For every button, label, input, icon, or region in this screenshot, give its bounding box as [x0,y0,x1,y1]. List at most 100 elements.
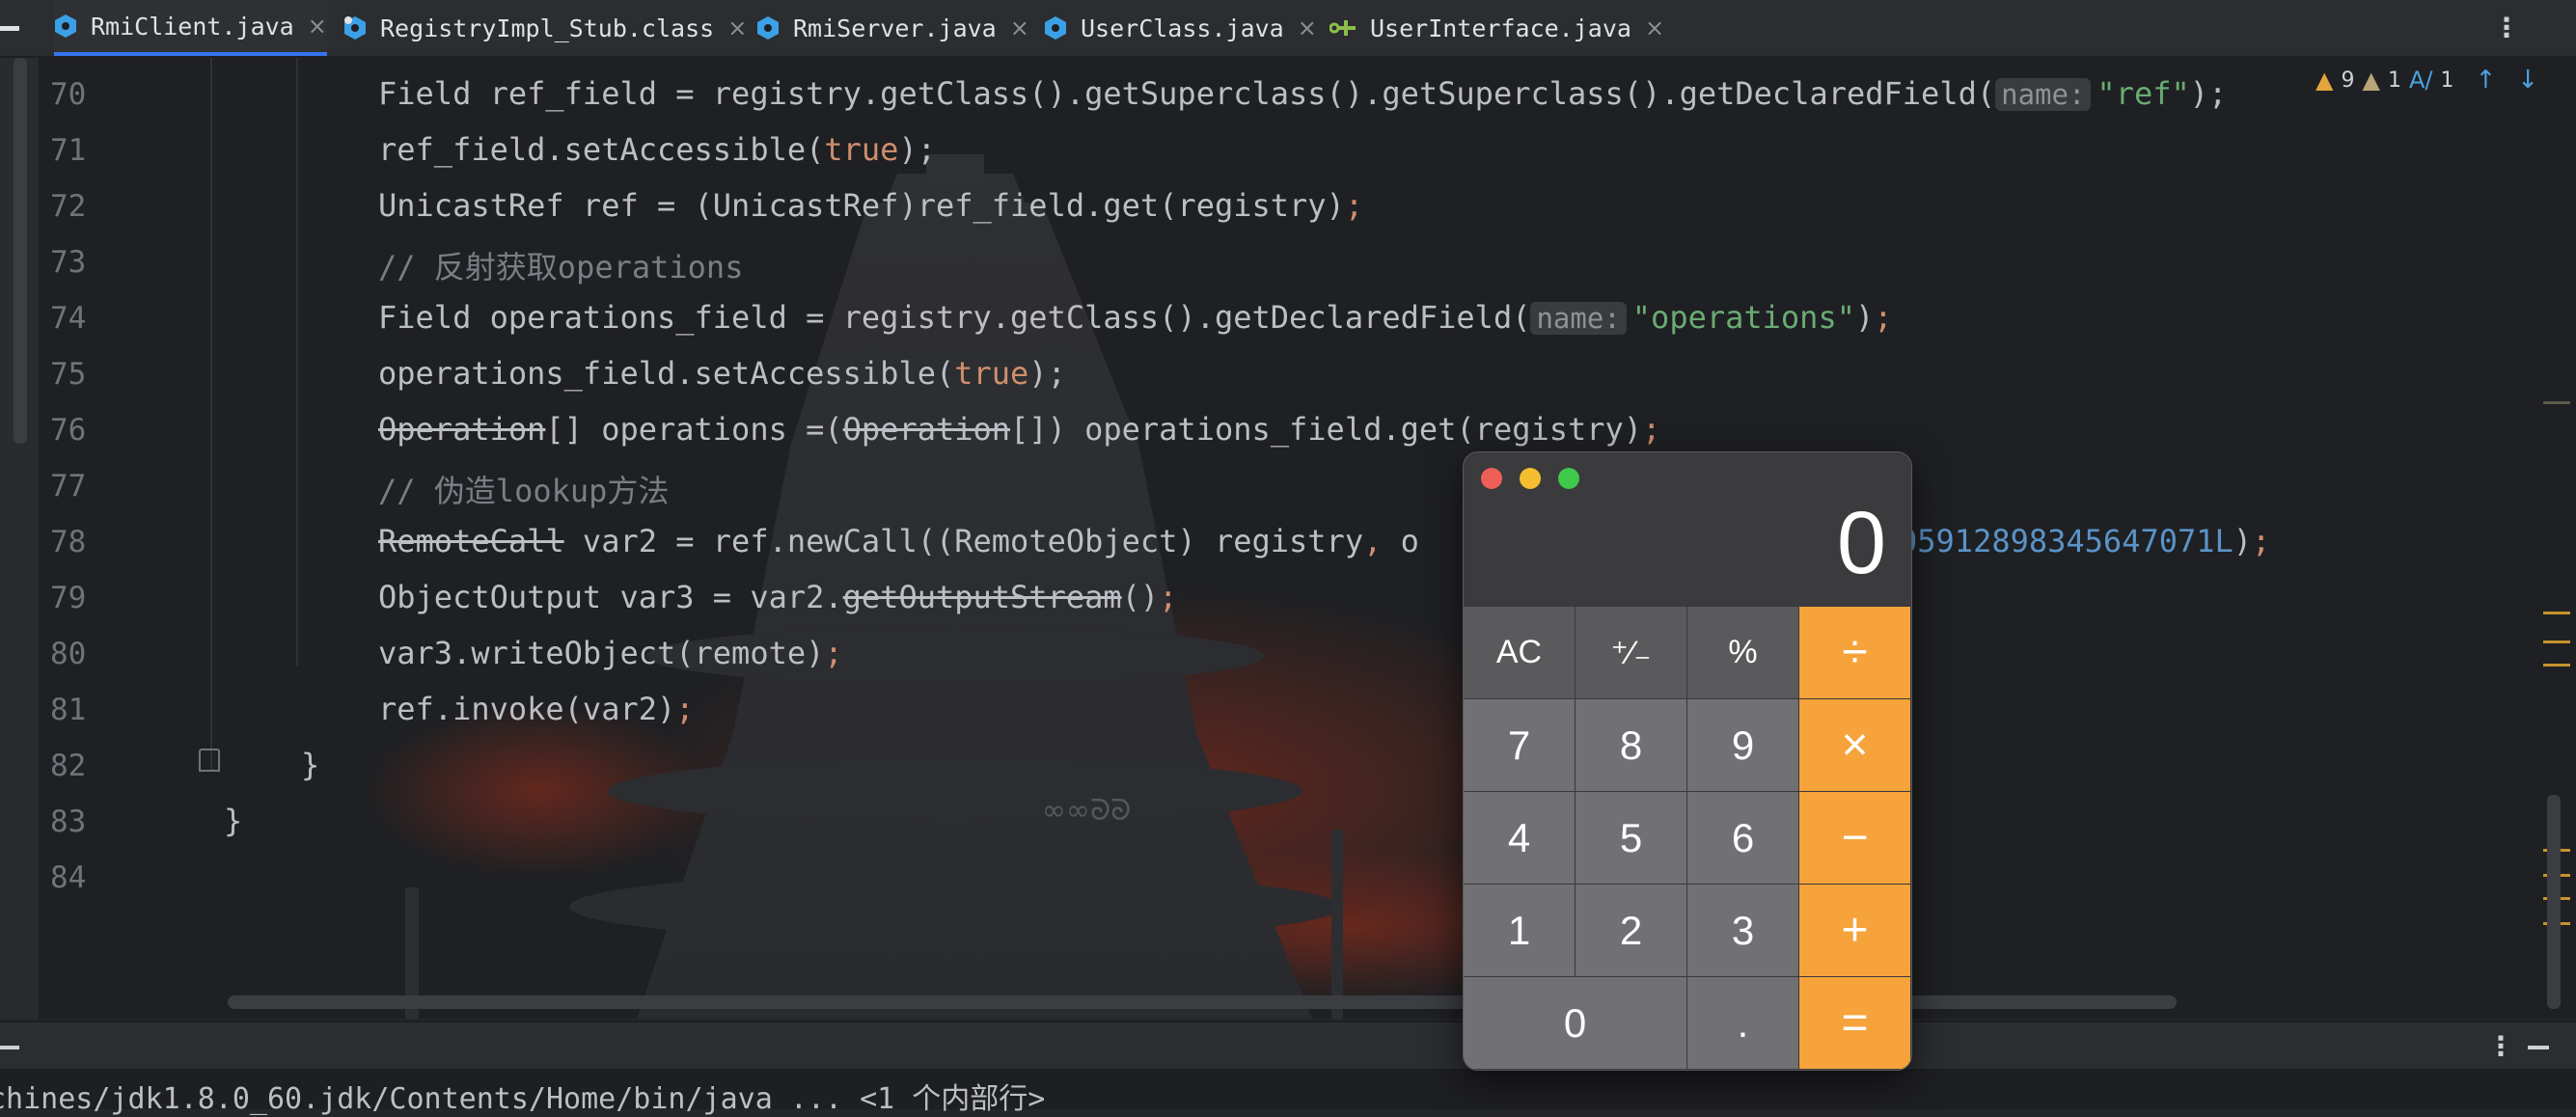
code-line[interactable]: RemoteCall var2 = ref.newCall((RemoteObj… [378,523,1419,559]
zoom-window-icon[interactable] [1558,468,1579,489]
digit-0-button[interactable]: 0 [1464,977,1687,1070]
decimal-button[interactable]: . [1687,977,1799,1070]
svg-text:∞∞ᘐᘐ: ∞∞ᘐᘐ [1042,794,1131,828]
tab-userclass[interactable]: UserClass.java × [1044,0,1317,56]
digit-6-button[interactable]: 6 [1687,792,1799,885]
code-text: ); [1028,355,1066,392]
digit-5-button[interactable]: 5 [1576,792,1687,885]
tab-label: UserInterface.java [1370,14,1631,42]
code-text: o [1382,523,1419,559]
closing-brace[interactable]: } [224,803,242,839]
subtract-button[interactable]: − [1799,792,1911,885]
minimize-window-icon[interactable] [1520,468,1541,489]
code-comment[interactable]: // 反射获取operations [378,243,743,287]
comma: , [1363,523,1383,559]
compiled-class-icon [344,16,366,40]
collapse-dash-icon[interactable] [0,1046,19,1049]
tab-registryimpl-stub[interactable]: RegistryImpl_Stub.class × [343,0,747,56]
deprecated-type: RemoteCall [378,523,564,559]
code-text: []) operations_field.get(registry) [1010,411,1643,448]
add-button[interactable]: + [1799,885,1911,977]
code-line[interactable]: UnicastRef ref = (UnicastRef)ref_field.g… [378,187,1363,224]
calculator-window[interactable]: 0 AC ⁺∕₋ % ÷ 7 8 9 × 4 5 6 − 1 2 3 + 0 .… [1463,451,1912,1071]
line-number: 73 [50,245,87,280]
code-text: ); [2189,75,2228,112]
console-output-line: chines/jdk1.8.0_60.jdk/Contents/Home/bin… [0,1082,1046,1116]
more-icon[interactable]: ⋮ [2493,12,2520,43]
code-line[interactable]: ref.invoke(var2); [378,691,695,727]
line-number: 84 [50,860,87,895]
collapse-dash-icon[interactable] [0,26,19,31]
line-number: 75 [50,357,87,392]
gutter-scrollbar[interactable] [14,58,27,444]
inspections-widget[interactable]: ▲ 9 ▲ 1 A∕ 1 ↑ ↓ [2316,66,2546,95]
close-icon[interactable]: × [1645,14,1664,41]
code-line[interactable]: ref_field.setAccessible(true); [378,131,936,168]
close-icon[interactable]: × [1298,14,1317,41]
stripe-mark[interactable] [2543,401,2570,404]
code-line[interactable]: Operation[] operations =(Operation[]) op… [378,411,1660,448]
equals-button[interactable]: = [1799,977,1911,1070]
code-line[interactable]: var3.writeObject(remote); [378,635,843,671]
close-window-icon[interactable] [1481,468,1502,489]
run-console[interactable]: chines/jdk1.8.0_60.jdk/Contents/Home/bin… [0,1069,2576,1116]
multiply-button[interactable]: × [1799,699,1911,792]
digit-4-button[interactable]: 4 [1464,792,1576,885]
close-icon[interactable]: × [1010,14,1029,41]
tab-rmiclient[interactable]: RmiClient.java × [54,0,327,56]
code-text: () [1121,579,1160,615]
code-line[interactable]: operations_field.setAccessible(true); [378,355,1066,392]
closing-brace[interactable]: } [301,747,319,783]
semicolon: ; [1642,411,1661,448]
vertical-scrollbar[interactable] [2547,795,2561,1009]
toggle-sign-button[interactable]: ⁺∕₋ [1576,607,1687,699]
stripe-mark[interactable] [2543,664,2570,667]
close-icon[interactable]: × [727,14,747,41]
close-icon[interactable]: × [308,13,327,40]
tab-label: RmiClient.java [91,12,294,41]
digit-1-button[interactable]: 1 [1464,885,1576,977]
line-number: 78 [50,525,87,559]
calculator-display: 0 [1464,452,1911,607]
deprecated-method: getOutputStream [842,579,1122,615]
stripe-mark[interactable] [2543,612,2570,614]
code-text: Field operations_field = registry.getCla… [378,299,1531,336]
digit-8-button[interactable]: 8 [1576,699,1687,792]
java-class-icon [1045,16,1066,40]
code-comment[interactable]: // 伪造lookup方法 [378,467,669,511]
divide-button[interactable]: ÷ [1799,607,1911,699]
code-text: Field ref_field = registry.getClass().ge… [378,75,1996,112]
code-line-tail[interactable]: 05912898345647071L); [1899,523,2270,559]
line-number: 83 [50,804,87,839]
all-clear-button[interactable]: AC [1464,607,1576,699]
code-text: [] operations =( [545,411,843,448]
previous-highlight-icon[interactable]: ↑ [2475,66,2496,95]
parameter-hint: name: [1995,78,2092,111]
code-editor[interactable]: ∞∞ᘐᘐ 70 71 72 73 74 75 76 77 78 79 80 81… [0,58,2576,1019]
line-number: 76 [50,413,87,448]
line-number: 74 [50,301,87,336]
tab-userinterface[interactable]: UserInterface.java × [1329,0,1664,56]
semicolon: ; [1344,187,1364,224]
java-class-icon [757,16,779,40]
digit-2-button[interactable]: 2 [1576,885,1687,977]
minimize-icon[interactable] [2528,1046,2549,1049]
digit-3-button[interactable]: 3 [1687,885,1799,977]
percent-button[interactable]: % [1687,607,1799,699]
code-line[interactable]: Field ref_field = registry.getClass().ge… [378,75,2227,112]
code-text: ref_field.setAccessible( [378,131,825,168]
code-text: operations_field.setAccessible( [378,355,955,392]
fold-marker-icon[interactable] [199,749,220,772]
more-icon[interactable]: ⋮ [2487,1030,2514,1062]
code-line[interactable]: Field operations_field = registry.getCla… [378,299,1893,336]
tab-rmiserver[interactable]: RmiServer.java × [756,0,1029,56]
line-number: 82 [50,749,87,783]
digit-7-button[interactable]: 7 [1464,699,1576,792]
display-value: 0 [1836,494,1886,592]
editor-tab-bar: RmiClient.java × RegistryImpl_Stub.class… [0,0,2576,58]
code-line[interactable]: ObjectOutput var3 = var2.getOutputStream… [378,579,1177,615]
digit-9-button[interactable]: 9 [1687,699,1799,792]
code-text: UnicastRef ref = (UnicastRef)ref_field.g… [378,187,1345,224]
next-highlight-icon[interactable]: ↓ [2517,66,2538,95]
stripe-mark[interactable] [2543,640,2570,643]
